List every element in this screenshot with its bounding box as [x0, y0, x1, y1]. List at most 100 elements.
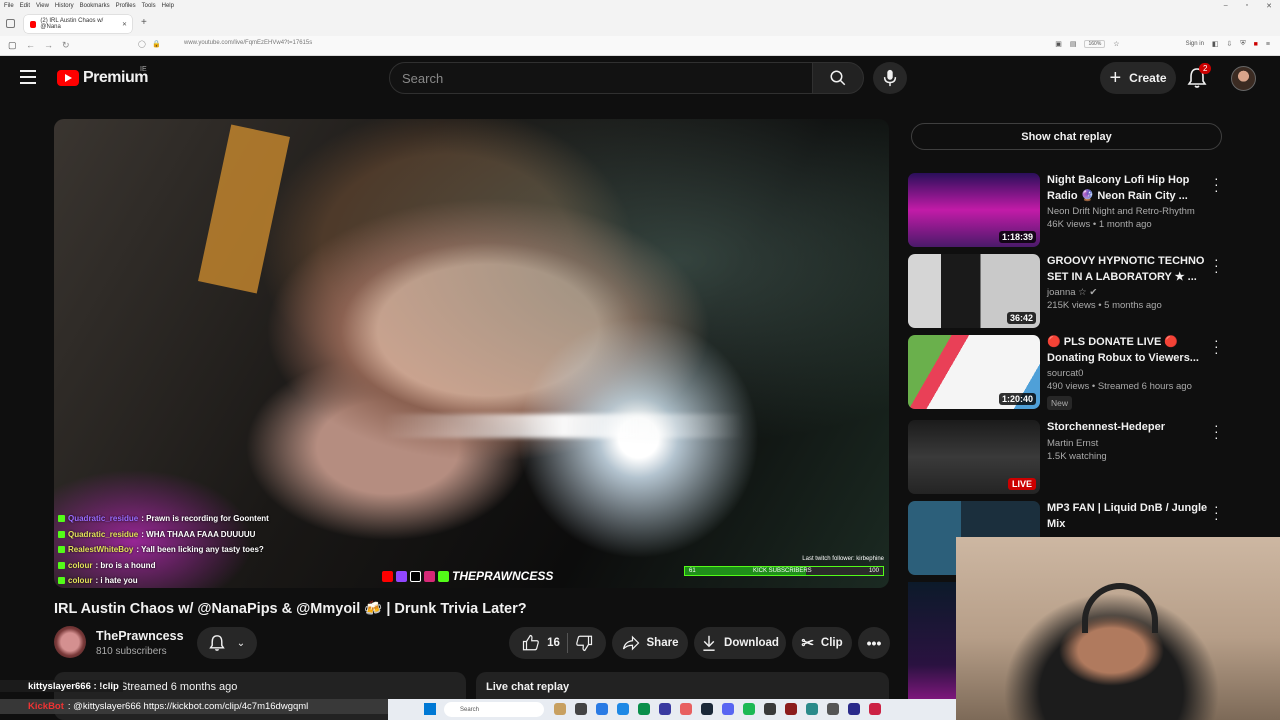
app-icon[interactable]: [827, 703, 839, 715]
voice-search-button[interactable]: [873, 62, 907, 94]
close-window-icon[interactable]: ✕: [1266, 2, 1272, 10]
recommended-video[interactable]: 36:42 GROOVY HYPNOTIC TECHNO SET IN A LA…: [908, 252, 1278, 330]
zoom-level[interactable]: 160%: [1084, 40, 1106, 48]
address-bar[interactable]: www.youtube.com/live/FqmEzEHVw4?t=17615s: [184, 40, 312, 46]
channel-name[interactable]: Neon Drift Night and Retro-Rhythm: [1047, 206, 1211, 217]
menu-profiles[interactable]: Profiles: [116, 3, 136, 9]
browser-tab[interactable]: (2) IRL Austin Chaos w/ @Nana ✕: [24, 15, 132, 33]
app-icon[interactable]: [680, 703, 692, 715]
shield-extension-icon[interactable]: ⛨: [1240, 40, 1245, 48]
channel-name[interactable]: sourcat0: [1047, 368, 1211, 379]
more-actions-button[interactable]: •••: [858, 627, 890, 659]
app-icon[interactable]: [554, 703, 566, 715]
channel-name[interactable]: ThePrawncess: [96, 629, 184, 643]
bookmark-star-icon[interactable]: ☆: [1113, 40, 1119, 48]
account-avatar[interactable]: [1231, 66, 1256, 91]
app-icon[interactable]: [764, 703, 776, 715]
video-title[interactable]: Night Balcony Lofi Hip Hop Radio 🔮 Neon …: [1047, 173, 1211, 204]
app-icon[interactable]: [617, 703, 629, 715]
recommended-video[interactable]: LIVE Storchennest-Hedeper Martin Ernst 1…: [908, 418, 1278, 496]
kebab-menu-icon[interactable]: · · ·: [1214, 171, 1222, 197]
search-button[interactable]: [812, 62, 864, 94]
video-thumbnail[interactable]: 36:42: [908, 254, 1040, 328]
kickbot-name: KickBot: [28, 701, 64, 712]
instagram-icon: [424, 570, 435, 582]
recommended-video[interactable]: 1:20:40 🔴 PLS DONATE LIVE 🔴 Donating Rob…: [908, 333, 1278, 411]
video-title[interactable]: GROOVY HYPNOTIC TECHNO SET IN A LABORATO…: [1047, 254, 1211, 285]
stream-chat-overlay: Quadratic_residue: Prawn is recording fo…: [58, 511, 269, 588]
extension2-icon[interactable]: ■: [1254, 41, 1258, 48]
video-title[interactable]: MP3 FAN | Liquid DnB / Jungle Mix: [1047, 501, 1211, 532]
video-duration: 1:18:39: [998, 231, 1036, 243]
app-icon[interactable]: [638, 703, 650, 715]
reader-icon[interactable]: ▤: [1070, 40, 1077, 48]
shield-icon[interactable]: ◯: [138, 40, 146, 48]
menu-history[interactable]: History: [55, 3, 74, 9]
video-meta: 215K views • 5 months ago: [1047, 300, 1162, 311]
subscription-notifications-button[interactable]: ⌄: [197, 627, 257, 659]
browser-menubar: File Edit View History Bookmarks Profile…: [0, 0, 1280, 11]
clip-button[interactable]: ✂ Clip: [792, 627, 852, 659]
new-tab-icon[interactable]: +: [141, 17, 147, 28]
downloads-icon[interactable]: ⇩: [1227, 40, 1233, 48]
channel-avatar[interactable]: [54, 626, 86, 658]
maximize-icon[interactable]: ▫: [1246, 2, 1248, 10]
picture-in-picture-icon[interactable]: ▣: [1055, 40, 1062, 48]
video-thumbnail[interactable]: 1:20:40: [908, 335, 1040, 409]
video-title[interactable]: 🔴 PLS DONATE LIVE 🔴 Donating Robux to Vi…: [1047, 335, 1211, 366]
browser-menu-icon[interactable]: ≡: [1266, 41, 1270, 48]
app-icon[interactable]: [575, 703, 587, 715]
channel-name[interactable]: Martin Ernst: [1047, 438, 1211, 449]
taskbar-search[interactable]: Search: [444, 702, 544, 717]
discord-icon[interactable]: [722, 703, 734, 715]
channel-name[interactable]: joanna ☆ ✔: [1047, 287, 1211, 298]
sign-in-button[interactable]: Sign in: [1186, 41, 1204, 47]
app-icon[interactable]: [869, 703, 881, 715]
download-button[interactable]: Download: [694, 627, 786, 659]
menu-file[interactable]: File: [4, 3, 14, 9]
show-chat-replay-button[interactable]: Show chat replay: [911, 123, 1222, 150]
lock-icon[interactable]: 🔒: [152, 40, 161, 48]
spotify-icon[interactable]: [743, 703, 755, 715]
video-thumbnail[interactable]: 1:18:39: [908, 173, 1040, 247]
menu-tools[interactable]: Tools: [142, 3, 156, 9]
steam-icon[interactable]: [701, 703, 713, 715]
video-title[interactable]: Storchennest-Hedeper: [1047, 420, 1211, 436]
menu-bookmarks[interactable]: Bookmarks: [80, 3, 110, 9]
kebab-menu-icon[interactable]: · · ·: [1214, 499, 1222, 525]
back-icon[interactable]: ←: [26, 40, 35, 50]
youtube-play-icon: [57, 70, 79, 86]
kebab-menu-icon[interactable]: · · ·: [1214, 418, 1222, 444]
reload-icon[interactable]: ↻: [62, 40, 70, 51]
recommended-video[interactable]: 1:18:39 Night Balcony Lofi Hip Hop Radio…: [908, 171, 1278, 249]
menu-edit[interactable]: Edit: [20, 3, 30, 9]
search-input[interactable]: Search: [389, 62, 813, 94]
share-button[interactable]: Share: [612, 627, 688, 659]
kebab-menu-icon[interactable]: · · ·: [1214, 252, 1222, 278]
create-button[interactable]: + Create: [1100, 62, 1176, 94]
minimize-icon[interactable]: –: [1224, 2, 1228, 10]
sidebar-toggle-icon[interactable]: ▢: [8, 40, 17, 51]
windows-start-icon[interactable]: [424, 703, 436, 715]
tab-list-icon[interactable]: [6, 19, 15, 28]
close-tab-icon[interactable]: ✕: [122, 21, 127, 28]
thumbs-down-icon[interactable]: [575, 634, 593, 652]
notifications-button[interactable]: 2: [1187, 63, 1212, 89]
extension-icon[interactable]: ◧: [1212, 40, 1219, 48]
hamburger-menu-icon[interactable]: [20, 70, 36, 84]
menu-view[interactable]: View: [36, 3, 49, 9]
app-icon[interactable]: [785, 703, 797, 715]
app-icon[interactable]: [659, 703, 671, 715]
app-icon[interactable]: [596, 703, 608, 715]
youtube-premium-logo[interactable]: Premium IE: [57, 66, 148, 87]
forward-icon[interactable]: →: [44, 40, 53, 50]
app-icon[interactable]: [848, 703, 860, 715]
like-count[interactable]: 16: [547, 637, 560, 649]
more-horizontal-icon: •••: [866, 635, 882, 651]
video-player[interactable]: Quadratic_residue: Prawn is recording fo…: [54, 119, 889, 588]
menu-help[interactable]: Help: [162, 3, 174, 9]
kebab-menu-icon[interactable]: · · ·: [1214, 333, 1222, 359]
thumbs-up-icon[interactable]: [522, 634, 540, 652]
video-thumbnail[interactable]: LIVE: [908, 420, 1040, 494]
app-icon[interactable]: [806, 703, 818, 715]
